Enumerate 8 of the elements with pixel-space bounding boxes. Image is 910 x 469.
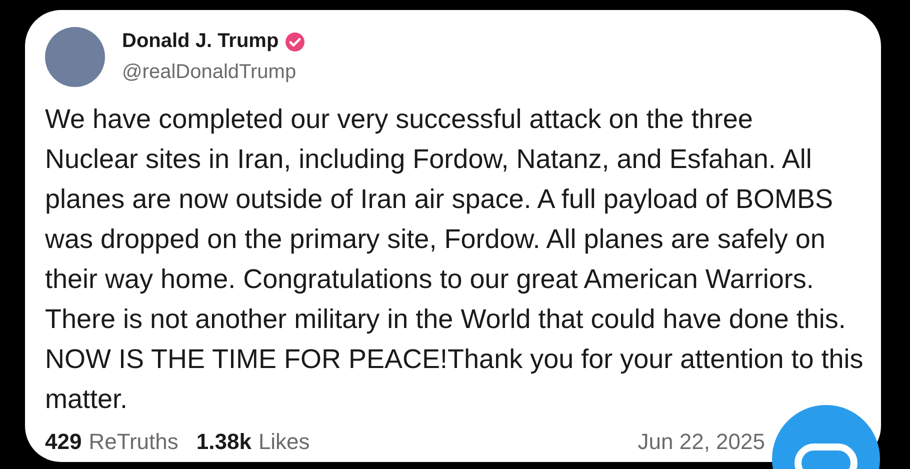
- stat-label[interactable]: ReTruths: [88, 429, 178, 455]
- author-name[interactable]: Donald J. Trump: [122, 30, 279, 53]
- stat-count: 1.38k: [196, 429, 252, 455]
- author-handle[interactable]: @realDonaldTrump: [122, 61, 305, 84]
- stat-count: 429: [45, 429, 82, 455]
- post-text: We have completed our very successful attack on the three Nuclear sites in Iran, including Fordow, Natanz, and Esfahan. All planes are now outside of Iran air space. A full payload of BOMBS was dropped on the primary site, Fordow. All planes are safely on their way home. Congratulations to our great American Warriors. There is not another military in the World that could have done this. NOW IS THE TIME FOR PEACE!Thank you for your attention to this matter.: [45, 103, 861, 416]
- post-date: Jun 22, 2025: [638, 429, 765, 455]
- stat-label[interactable]: Likes: [258, 429, 310, 455]
